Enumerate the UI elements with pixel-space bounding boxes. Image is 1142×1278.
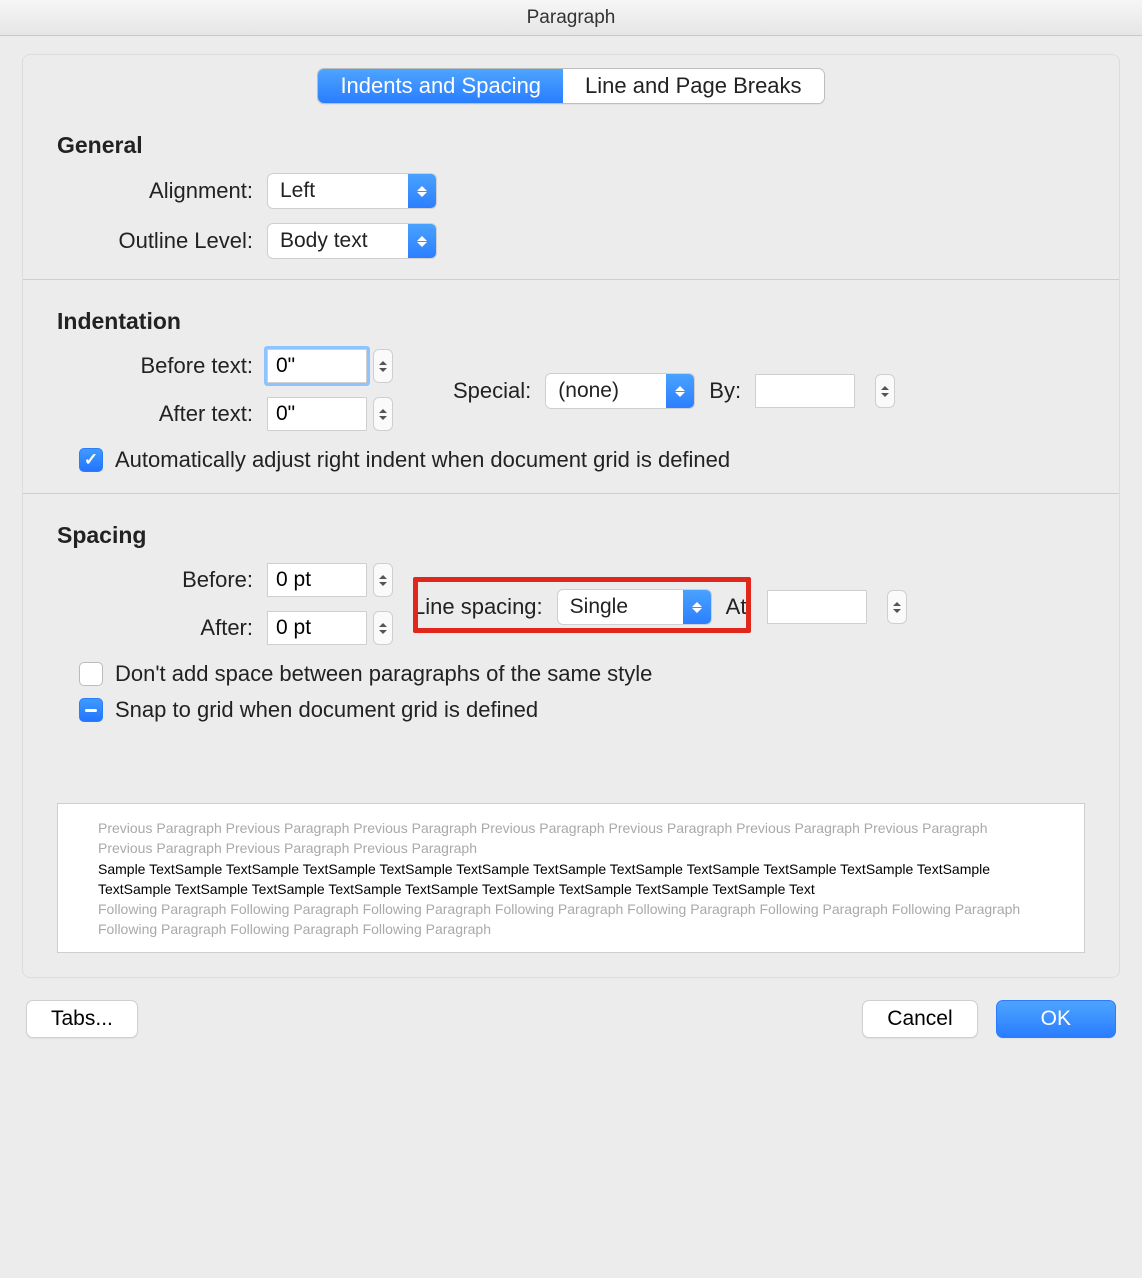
outline-level-value: Body text [268, 229, 408, 253]
tab-line-page-breaks[interactable]: Line and Page Breaks [563, 69, 824, 103]
no-space-same-style-checkbox[interactable] [79, 662, 103, 686]
auto-adjust-indent-label: Automatically adjust right indent when d… [115, 447, 730, 473]
special-label: Special: [453, 378, 531, 404]
alignment-select[interactable]: Left [267, 173, 437, 209]
special-value: (none) [546, 379, 666, 403]
chevron-up-down-icon [666, 374, 694, 408]
by-label: By: [709, 378, 741, 404]
chevron-up-down-icon [683, 590, 711, 624]
dialog-panel: Indents and Spacing Line and Page Breaks… [22, 54, 1120, 978]
before-text-label: Before text: [57, 353, 267, 379]
spacing-after-input[interactable] [267, 611, 367, 645]
special-select[interactable]: (none) [545, 373, 695, 409]
by-input[interactable] [755, 374, 855, 408]
alignment-value: Left [268, 179, 408, 203]
after-text-stepper[interactable] [373, 397, 393, 431]
alignment-label: Alignment: [57, 178, 267, 204]
line-spacing-label: Line spacing: [413, 594, 543, 620]
ok-button[interactable]: OK [996, 1000, 1116, 1038]
window-title: Paragraph [0, 0, 1142, 36]
spacing-before-label: Before: [57, 567, 267, 593]
tabs-button[interactable]: Tabs... [26, 1000, 138, 1038]
snap-to-grid-label: Snap to grid when document grid is defin… [115, 697, 538, 723]
preview-following-text: Following Paragraph Following Paragraph … [98, 899, 1044, 940]
before-text-input[interactable] [267, 349, 367, 383]
spacing-after-stepper[interactable] [373, 611, 393, 645]
tab-indents-spacing[interactable]: Indents and Spacing [318, 69, 563, 103]
at-stepper[interactable] [887, 590, 907, 624]
cancel-button[interactable]: Cancel [862, 1000, 977, 1038]
preview-pane: Previous Paragraph Previous Paragraph Pr… [57, 803, 1085, 953]
divider [23, 279, 1119, 280]
outline-level-select[interactable]: Body text [267, 223, 437, 259]
after-text-label: After text: [57, 401, 267, 427]
by-stepper[interactable] [875, 374, 895, 408]
indentation-heading: Indentation [57, 308, 1085, 335]
snap-to-grid-checkbox[interactable] [79, 698, 103, 722]
before-text-stepper[interactable] [373, 349, 393, 383]
at-label: At: [726, 594, 753, 620]
preview-sample-text: Sample TextSample TextSample TextSample … [98, 859, 1044, 900]
preview-previous-text: Previous Paragraph Previous Paragraph Pr… [98, 818, 1044, 859]
chevron-up-down-icon [408, 174, 436, 208]
chevron-up-down-icon [408, 224, 436, 258]
spacing-after-label: After: [57, 615, 267, 641]
no-space-same-style-label: Don't add space between paragraphs of th… [115, 661, 652, 687]
line-spacing-value: Single [558, 595, 683, 619]
line-spacing-select[interactable]: Single [557, 589, 712, 625]
general-heading: General [57, 132, 1085, 159]
spacing-before-input[interactable] [267, 563, 367, 597]
divider [23, 493, 1119, 494]
spacing-heading: Spacing [57, 522, 1085, 549]
at-input[interactable] [767, 590, 867, 624]
spacing-before-stepper[interactable] [373, 563, 393, 597]
tabs: Indents and Spacing Line and Page Breaks [317, 68, 824, 104]
auto-adjust-indent-checkbox[interactable]: ✓ [79, 448, 103, 472]
after-text-input[interactable] [267, 397, 367, 431]
outline-level-label: Outline Level: [57, 228, 267, 254]
